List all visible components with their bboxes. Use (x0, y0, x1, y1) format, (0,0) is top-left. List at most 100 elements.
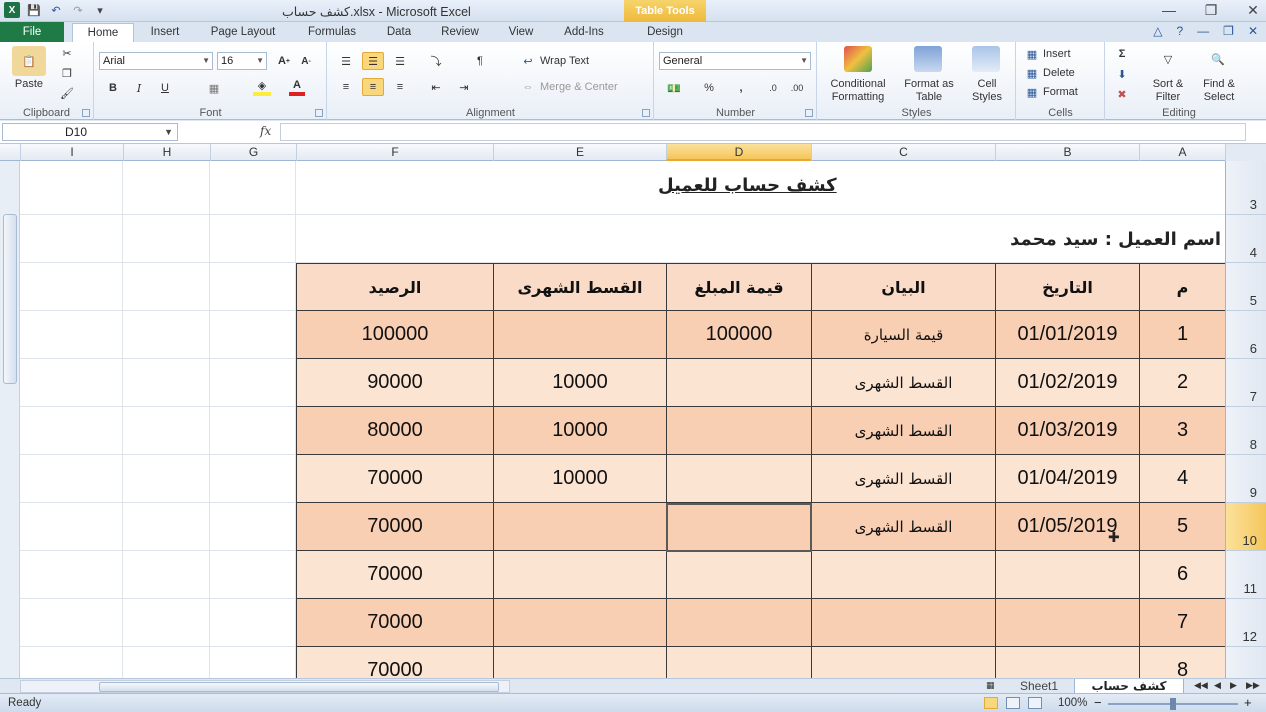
font-color-icon[interactable]: A (289, 78, 305, 96)
font-size-combo[interactable]: 16 ▼ (217, 52, 267, 70)
decrease-indent-icon[interactable]: ⇤ (426, 78, 446, 96)
row-header-10[interactable]: 10 (1226, 503, 1266, 551)
cell-installment[interactable] (493, 598, 667, 647)
vertical-scrollbar[interactable] (0, 144, 20, 678)
undo-icon[interactable]: ↶ (48, 2, 64, 18)
tab-file[interactable]: File (0, 22, 64, 42)
cell-desc[interactable] (811, 646, 996, 678)
cell-amount[interactable] (666, 598, 812, 647)
cell-desc[interactable] (811, 598, 996, 647)
cell-num[interactable]: 8 (1139, 646, 1225, 678)
fill-icon[interactable]: ⬇ (1114, 66, 1130, 82)
cell-date[interactable]: 01/02/2019 (995, 358, 1140, 407)
cell-installment[interactable] (493, 310, 667, 359)
next-sheet-icon[interactable]: ▶ (1230, 680, 1237, 691)
prev-sheet-icon[interactable]: ◀ (1214, 680, 1221, 691)
column-header-g[interactable]: G (210, 144, 296, 161)
normal-view-icon[interactable] (984, 697, 998, 709)
shrink-font-icon[interactable]: A- (297, 53, 315, 69)
text-direction-icon[interactable]: ¶ (470, 52, 490, 70)
cell-desc[interactable]: قيمة السيارة (811, 310, 996, 359)
vertical-scroll-thumb[interactable] (3, 214, 17, 384)
conditional-formatting-icon[interactable] (844, 46, 872, 72)
tab-data[interactable]: Data (378, 23, 420, 42)
zoom-level[interactable]: 100% (1058, 697, 1087, 709)
horizontal-scrollbar[interactable] (20, 680, 510, 693)
page-break-view-icon[interactable] (1028, 697, 1042, 709)
cell-amount[interactable] (666, 454, 812, 503)
underline-button[interactable]: U (157, 80, 173, 96)
tab-insert[interactable]: Insert (140, 23, 190, 42)
number-launcher-icon[interactable] (805, 109, 813, 117)
wrap-text-icon[interactable]: ↩ (520, 53, 536, 69)
align-bottom-icon[interactable]: ☰ (390, 52, 410, 70)
number-format-combo[interactable]: General ▼ (659, 52, 811, 70)
borders-icon[interactable]: ▦ (205, 80, 223, 96)
format-as-table-label[interactable]: Format as (898, 78, 960, 90)
cell-desc[interactable]: القسط الشهرى (811, 358, 996, 407)
font-launcher-icon[interactable] (315, 109, 323, 117)
cut-icon[interactable]: ✂ (60, 46, 74, 60)
tab-design[interactable]: Design (630, 23, 700, 42)
column-header-f[interactable]: F (296, 144, 493, 161)
excel-logo-icon[interactable]: X (4, 2, 20, 18)
cell-date[interactable]: 01/03/2019 (995, 406, 1140, 455)
cell-amount[interactable]: 100000 (666, 310, 812, 359)
close-icon[interactable]: ✕ (1246, 2, 1260, 19)
tab-page-layout[interactable]: Page Layout (200, 23, 286, 42)
first-sheet-icon[interactable]: ◀◀ (1194, 680, 1208, 691)
header-number[interactable]: م (1139, 263, 1225, 311)
cell-amount[interactable] (666, 358, 812, 407)
header-description[interactable]: البيان (811, 263, 996, 311)
cell-styles-icon[interactable] (972, 46, 1000, 72)
ribbon-minimize-icon[interactable]: — (1197, 24, 1209, 38)
row-header-4[interactable]: 4 (1226, 215, 1266, 263)
tab-view[interactable]: View (500, 23, 542, 42)
cell-amount[interactable] (666, 502, 812, 551)
font-name-combo[interactable]: Arial ▼ (99, 52, 213, 70)
cell-num[interactable]: 1 (1139, 310, 1225, 359)
find-select-label-2[interactable]: Select (1196, 91, 1242, 103)
tab-home[interactable]: Home (72, 23, 134, 43)
wrap-text-button[interactable]: Wrap Text (540, 53, 604, 69)
minimize-icon[interactable]: — (1162, 2, 1176, 19)
paste-button[interactable]: Paste (8, 78, 50, 90)
insert-cells-button[interactable]: Insert (1043, 47, 1093, 61)
cell-installment[interactable]: 10000 (493, 358, 667, 407)
ribbon-restore-icon[interactable]: ❐ (1223, 24, 1234, 38)
header-installment[interactable]: القسط الشهرى (493, 263, 667, 311)
align-top-icon[interactable]: ☰ (336, 52, 356, 70)
tab-add-ins[interactable]: Add-Ins (554, 23, 614, 42)
row-header-11[interactable]: 11 (1226, 551, 1266, 599)
header-date[interactable]: التاريخ (995, 263, 1140, 311)
row-header-3[interactable]: 3 (1226, 161, 1266, 215)
customize-qat-icon[interactable]: ▾ (92, 2, 108, 18)
increase-decimal-icon[interactable]: .0 (763, 80, 783, 96)
horizontal-scroll-thumb[interactable] (99, 682, 499, 692)
bold-button[interactable]: B (105, 80, 121, 96)
name-box[interactable]: D10 ▼ (2, 123, 178, 141)
cell-balance[interactable]: 100000 (296, 310, 494, 359)
delete-cells-icon[interactable]: ▦ (1025, 66, 1039, 80)
ribbon-close-icon[interactable]: ✕ (1248, 24, 1258, 38)
fill-color-icon[interactable]: ◈ (253, 78, 271, 96)
merge-center-icon[interactable]: ⇔ (520, 79, 536, 95)
cell-date[interactable] (995, 550, 1140, 599)
cell-amount[interactable] (666, 550, 812, 599)
insert-function-button[interactable]: fx (260, 124, 271, 138)
select-all-corner[interactable] (1225, 144, 1266, 161)
cell-desc[interactable]: القسط الشهرى (811, 454, 996, 503)
column-header-e[interactable]: E (493, 144, 666, 161)
percent-button[interactable]: % (701, 80, 717, 96)
clipboard-launcher-icon[interactable] (82, 109, 90, 117)
minimize-ribbon-icon[interactable]: △ (1153, 24, 1162, 38)
paste-icon[interactable]: 📋 (12, 46, 46, 76)
row-header-8[interactable]: 8 (1226, 407, 1266, 455)
format-as-table-label-2[interactable]: Table (898, 91, 960, 103)
align-middle-icon[interactable]: ☰ (362, 52, 384, 70)
cell-balance[interactable]: 70000 (296, 454, 494, 503)
tab-formulas[interactable]: Formulas (298, 23, 366, 42)
header-amount[interactable]: قيمة المبلغ (666, 263, 812, 311)
align-right-icon[interactable]: ≡ (390, 78, 410, 96)
cell-desc[interactable] (811, 550, 996, 599)
